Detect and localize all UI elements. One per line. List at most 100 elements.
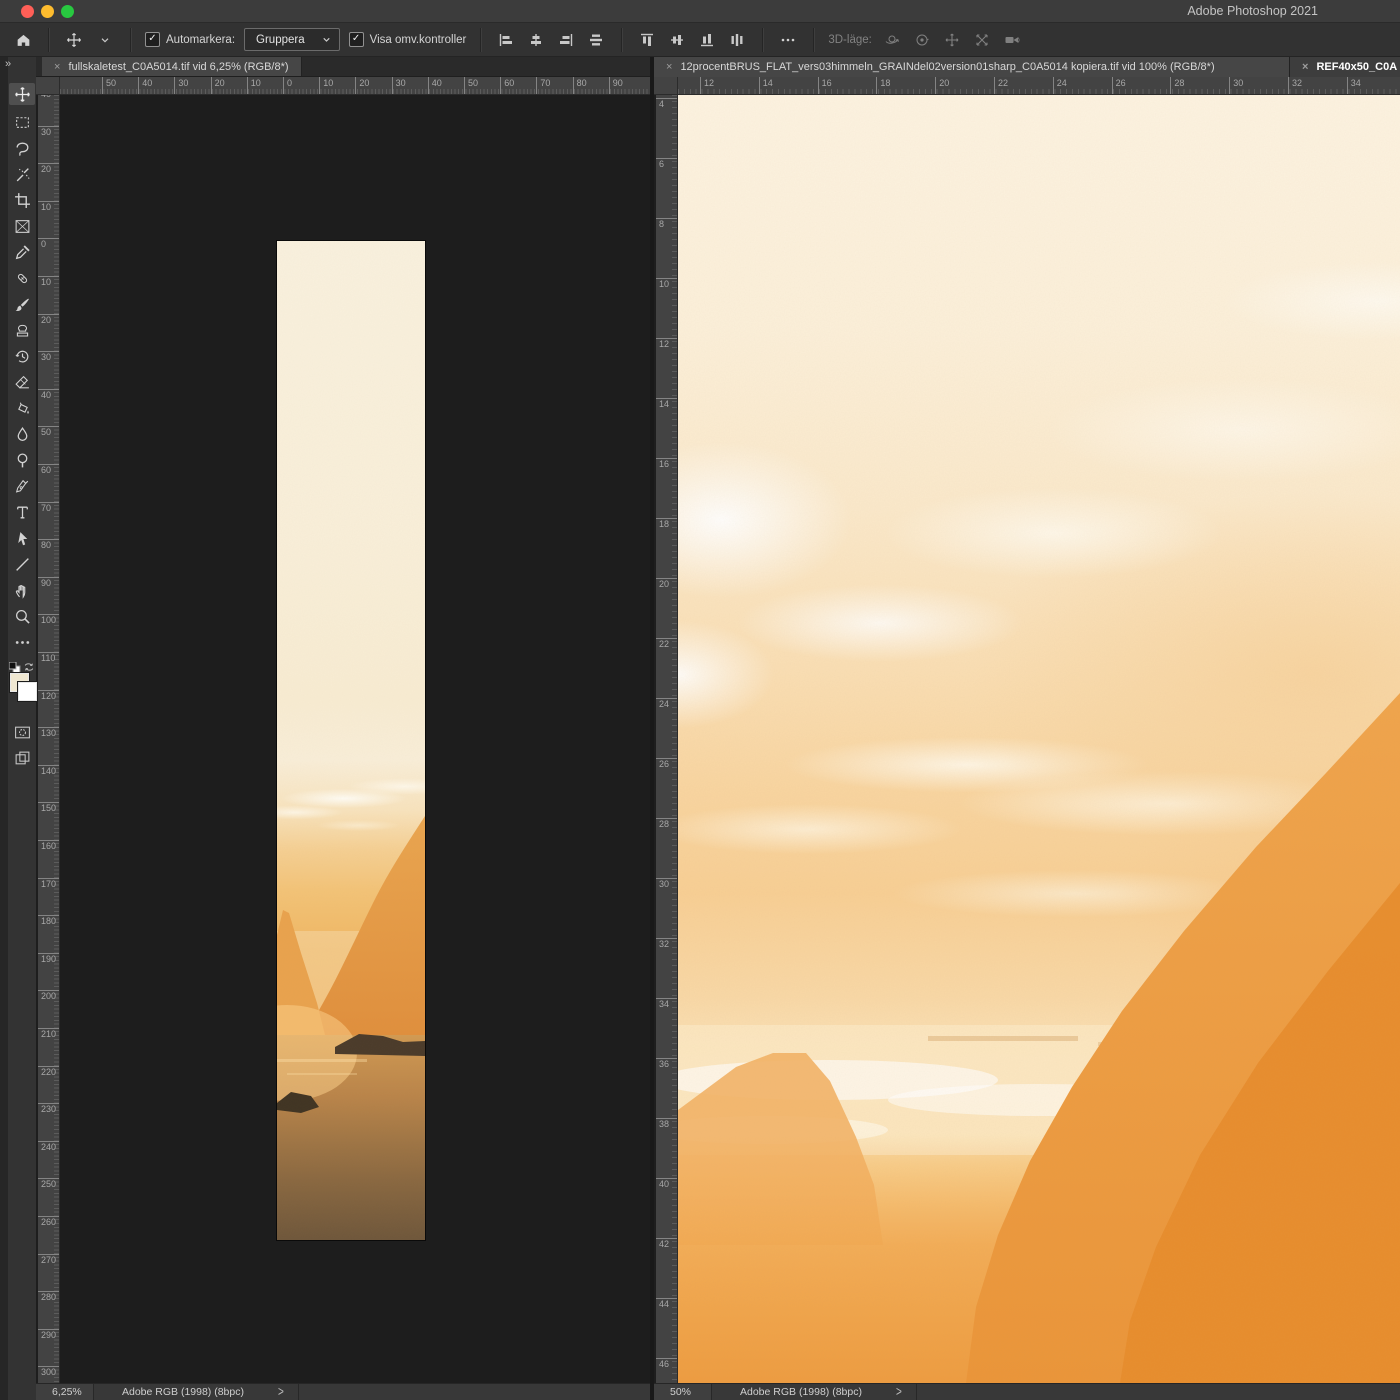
ruler-label: 28 [1170,77,1184,94]
zoom-level-field[interactable]: 6,25% [36,1384,94,1400]
document-tab[interactable]: × 12procentBRUS_FLAT_vers03himmeln_GRAINd… [654,57,1290,77]
toolbar [8,57,37,1400]
ruler-label: 4 [656,98,677,110]
align-top-edges-icon[interactable] [636,29,658,51]
lasso-tool[interactable] [9,139,35,157]
ruler-label: 150 [38,802,59,814]
right-vertical-ruler[interactable]: 4 6 8 10 12 14 16 18 20 22 24 26 28 30 32 34 36 38 40 42 44 4… [656,95,678,1383]
eyedropper-tool[interactable] [9,243,35,261]
color-profile-segment[interactable]: Adobe RGB (1998) (8bpc) > [712,1384,917,1400]
blur-tool[interactable] [9,425,35,443]
tab-close-icon[interactable]: × [666,61,672,73]
paint-bucket-tool[interactable] [9,399,35,417]
brush-tool[interactable] [9,295,35,313]
background-color-swatch[interactable] [18,682,37,701]
align-icons-group-2 [636,29,748,51]
ruler-label: 260 [38,1216,59,1228]
3d-pan-icon[interactable] [941,29,963,51]
screen-mode-button[interactable] [9,749,35,767]
panel-rail [0,57,8,1400]
quick-selection-tool[interactable] [9,165,35,183]
right-document-image[interactable] [678,95,1400,1383]
align-left-edges-icon[interactable] [495,29,517,51]
ruler-label: 60 [38,464,59,476]
status-chevron-icon[interactable]: > [278,1384,284,1399]
ruler-label: 30 [391,77,406,94]
ruler-label: 30 [1229,77,1243,94]
ruler-label: 250 [38,1178,59,1190]
toolbar-expander[interactable]: » [5,58,11,70]
align-bottom-edges-icon[interactable] [696,29,718,51]
align-right-edges-icon[interactable] [555,29,577,51]
ruler-label: 10 [656,278,677,290]
ruler-label: 240 [38,1140,59,1153]
frame-tool[interactable] [9,217,35,235]
color-swatches [8,661,37,715]
move-tool[interactable] [9,83,35,105]
hand-tool[interactable] [9,581,35,599]
right-horizontal-ruler[interactable]: 12141618202224262830323436 [678,77,1400,95]
document-tab[interactable]: × fullskaletest_C0A5014.tif vid 6,25% (R… [42,57,302,76]
left-canvas[interactable] [60,95,650,1383]
status-chevron-icon[interactable]: > [896,1384,902,1399]
rectangular-marquee-tool[interactable] [9,113,35,131]
distribute-horizontal-centers-icon[interactable] [726,29,748,51]
3d-roll-icon[interactable] [911,29,933,51]
move-tool-preset-icon[interactable] [63,29,85,51]
ruler-label: 8 [656,218,677,230]
ruler-label: 14 [758,77,773,94]
tab-close-icon[interactable]: × [1302,61,1308,73]
minimize-window-button[interactable] [41,5,54,18]
pane-divider[interactable] [650,57,654,1400]
3d-orbit-icon[interactable] [881,29,903,51]
home-icon[interactable] [12,29,34,51]
ruler-corner[interactable] [36,77,60,95]
gruppera-dropdown[interactable]: Gruppera [244,28,340,51]
document-tab[interactable]: × REF40x50_C0A [1290,57,1400,77]
automarkera-checkbox[interactable]: ✓ [145,32,160,47]
left-document-image[interactable] [277,241,425,1240]
left-vertical-ruler[interactable]: 4030201001020304050607080901001101201301… [38,95,60,1383]
clone-stamp-tool[interactable] [9,321,35,339]
ruler-label: 120 [38,689,59,702]
chevron-down-icon[interactable] [94,29,116,51]
close-window-button[interactable] [21,5,34,18]
dodge-tool[interactable] [9,451,35,469]
line-tool[interactable] [9,555,35,573]
align-horizontal-centers-icon[interactable] [525,29,547,51]
ruler-label: 90 [38,576,59,589]
history-brush-tool[interactable] [9,347,35,365]
visa-omv-kontroller-checkbox[interactable]: ✓ [348,32,364,47]
ruler-label: 42 [656,1238,677,1250]
3d-camera-icon[interactable] [1001,29,1023,51]
distribute-vertical-centers-icon[interactable] [585,29,607,51]
pen-tool[interactable] [9,477,35,495]
ruler-label: 26 [656,758,677,770]
quick-mask-mode-button[interactable] [9,723,35,741]
spot-healing-brush-tool[interactable] [9,269,35,287]
ruler-label: 30 [656,878,677,890]
3d-slide-icon[interactable] [971,29,993,51]
align-vertical-centers-icon[interactable] [666,29,688,51]
ruler-label: 200 [38,990,59,1002]
zoom-tool[interactable] [9,607,35,625]
color-profile-segment[interactable]: Adobe RGB (1998) (8bpc) > [94,1384,299,1400]
left-statusbar: 6,25% Adobe RGB (1998) (8bpc) > [36,1383,650,1400]
crop-tool[interactable] [9,191,35,209]
ruler-label: 100 [38,614,59,626]
ellipsis-icon[interactable] [777,29,799,51]
ruler-label: 40 [38,95,59,100]
edit-toolbar[interactable] [9,633,35,651]
ruler-label: 180 [38,915,59,927]
ruler-label: 20 [210,77,225,94]
ruler-corner[interactable] [654,77,678,95]
zoom-level-field[interactable]: 50% [654,1384,712,1400]
tab-close-icon[interactable]: × [54,61,60,73]
type-tool[interactable] [9,503,35,521]
ruler-label: 90 [608,77,623,94]
left-horizontal-ruler[interactable]: 50 40 30 20 10 0 10 20 30 40 50 60 70 80 90 [60,77,650,95]
eraser-tool[interactable] [9,373,35,391]
ruler-label: 230 [38,1103,59,1115]
path-selection-tool[interactable] [9,529,35,547]
zoom-window-button[interactable] [61,5,74,18]
